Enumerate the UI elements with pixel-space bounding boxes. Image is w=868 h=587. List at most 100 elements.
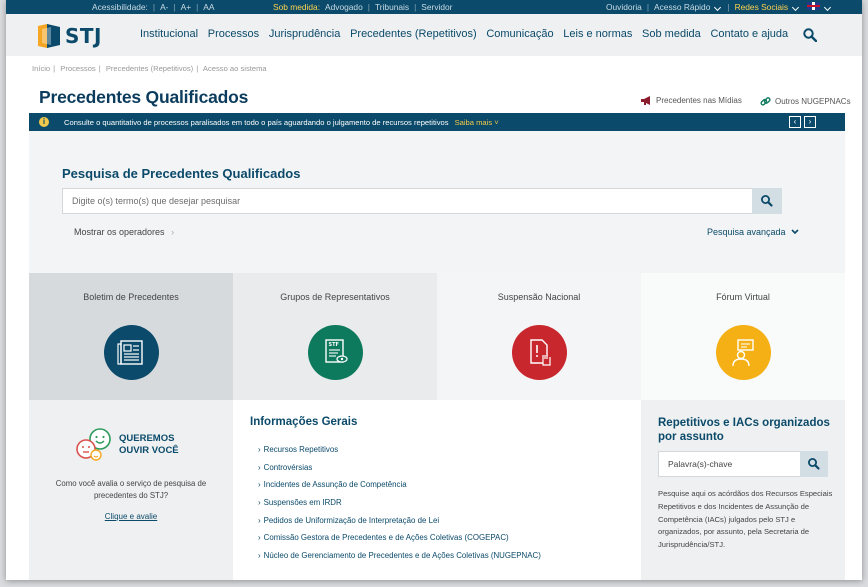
keyword-input[interactable] <box>659 452 799 476</box>
info-gerais-title: Informações Gerais <box>250 416 358 428</box>
saiba-mais-link[interactable]: Saiba mais ˅ <box>455 118 499 127</box>
tile-forum[interactable]: Fórum Virtual <box>641 273 845 400</box>
tile-label: Suspensão Nacional <box>497 292 581 302</box>
tile-suspensao[interactable]: Suspensão Nacional <box>437 273 641 400</box>
breadcrumb: Início | Processos | Precedentes (Repetiti… <box>32 64 267 73</box>
accessibility-group: Acessibilidade: | A- | A+ | AA <box>92 2 215 12</box>
page-title: Precedentes Qualificados <box>39 87 249 107</box>
info-link-puil[interactable]: Pedidos de Uniformização de Interpretaçã… <box>258 516 541 534</box>
info-link-suspensoes-irdr[interactable]: Suspensões em IRDR <box>258 498 541 516</box>
acesso-rapido-label: Acesso Rápido <box>654 2 711 12</box>
search-section: Pesquisa de Precedentes Qualificados Mos… <box>29 131 845 273</box>
chevron-right-icon: › <box>171 227 175 237</box>
menu-item-institucional[interactable]: Institucional <box>140 28 198 40</box>
outros-nugepnacs-label: Outros NUGEPNACs <box>775 97 851 106</box>
top-bar: Acessibilidade: | A- | A+ | AA Sob medid… <box>6 0 862 14</box>
queremos-ouvir-headline: QUEREMOS OUVIR VOCÊ <box>119 433 179 457</box>
redes-sociais-label: Redes Sociais <box>734 2 789 12</box>
mostrar-operadores-label: Mostrar os operadores <box>74 227 165 237</box>
chevron-down-icon <box>714 3 722 12</box>
pesquisa-avancada-label: Pesquisa avançada <box>707 227 786 237</box>
menu-item-processos[interactable]: Processos <box>208 28 259 40</box>
breadcrumb-inicio[interactable]: Início <box>32 64 50 73</box>
info-link-nugepnac[interactable]: Núcleo de Gerenciamento de Precedentes e… <box>258 551 541 569</box>
precedentes-midias-label: Precedentes nas Mídias <box>656 96 742 105</box>
search-box <box>62 188 782 214</box>
menu-item-leis-normas[interactable]: Leis e normas <box>563 28 632 40</box>
search-submit-button[interactable] <box>752 188 782 214</box>
feedback-panel: QUEREMOS OUVIR VOCÊ Como você avalia o s… <box>29 400 233 580</box>
repetitivos-description: Pesquise aqui os acórdãos dos Recursos E… <box>658 489 833 550</box>
servidor-link[interactable]: Servidor <box>421 2 452 12</box>
search-input[interactable] <box>63 189 753 213</box>
breadcrumb-precedentes[interactable]: Precedentes (Repetitivos) <box>106 64 193 73</box>
search-icon <box>807 458 820 470</box>
link-icon <box>760 97 771 106</box>
menu-item-sob-medida[interactable]: Sob medida <box>642 28 701 40</box>
tile-boletim[interactable]: Boletim de Precedentes <box>29 273 233 400</box>
main-menu: Institucional Processos Jurisprudência P… <box>140 28 798 40</box>
precedentes-midias-link[interactable]: Precedentes nas Mídias <box>641 96 742 105</box>
logo-text: STJ <box>65 24 102 48</box>
menu-item-contato[interactable]: Contato e ajuda <box>710 28 788 40</box>
main-navbar: STJ Institucional Processos Jurisprudênc… <box>6 14 862 56</box>
megaphone-icon <box>641 96 650 105</box>
tile-label: Grupos de Representativos <box>280 292 390 302</box>
search-title: Pesquisa de Precedentes Qualificados <box>62 166 301 181</box>
menu-item-jurisprudencia[interactable]: Jurisprudência <box>269 28 341 40</box>
info-link-iac[interactable]: Incidentes de Assunção de Competência <box>258 480 541 498</box>
breadcrumb-acesso: Acesso ao sistema <box>202 64 267 73</box>
chevron-down-icon <box>792 3 800 12</box>
saiba-mais-label: Saiba mais <box>454 117 493 127</box>
clique-avalie-link[interactable]: Clique e avalie <box>29 512 233 521</box>
repetitivos-title: Repetitivos e IACs organizados por assun… <box>658 417 830 443</box>
info-link-controversias[interactable]: Controvérsias <box>258 463 541 481</box>
stf-document-icon: STF <box>308 325 363 380</box>
menu-item-comunicacao[interactable]: Comunicação <box>486 28 553 40</box>
keyword-search-button[interactable] <box>800 451 828 477</box>
uk-flag-icon <box>807 2 821 10</box>
pesquisa-avancada-toggle[interactable]: Pesquisa avançada <box>707 227 799 237</box>
tribunais-link[interactable]: Tribunais <box>375 2 409 12</box>
browser-page: Acessibilidade: | A- | A+ | AA Sob medid… <box>6 0 862 580</box>
notice-next-button[interactable]: › <box>804 116 816 128</box>
chevron-down-icon <box>791 229 799 235</box>
font-increase-link[interactable]: A+ <box>181 2 191 12</box>
chevron-down-icon <box>824 3 832 12</box>
ouvidoria-link[interactable]: Ouvidoria <box>606 2 642 12</box>
headline-line-2: OUVIR VOCÊ <box>119 445 179 456</box>
svg-text:STF: STF <box>329 342 339 348</box>
acesso-rapido-dropdown[interactable]: Acesso Rápido <box>654 2 722 12</box>
sob-medida-group: Sob medida: Advogado | Tribunais | Servi… <box>273 2 453 12</box>
stj-logo-icon <box>38 24 60 48</box>
mostrar-operadores-toggle[interactable]: Mostrar os operadores › <box>74 227 174 237</box>
tile-label: Boletim de Precedentes <box>83 292 179 302</box>
accessibility-label: Acessibilidade: <box>92 2 148 12</box>
contrast-link[interactable]: AA <box>203 2 214 12</box>
repetitivos-panel: Repetitivos e IACs organizados por assun… <box>641 400 845 580</box>
utility-links: Ouvidoria | Acesso Rápido | Redes Sociai… <box>606 0 832 14</box>
outros-nugepnacs-link[interactable]: Outros NUGEPNACs <box>760 96 851 107</box>
notice-prev-button[interactable]: ‹ <box>789 116 801 128</box>
menu-item-precedentes[interactable]: Precedentes (Repetitivos) <box>350 28 477 40</box>
info-link-recursos-repetitivos[interactable]: Recursos Repetitivos <box>258 445 541 463</box>
notice-text: Consulte o quantitativo de processos par… <box>64 117 449 127</box>
language-selector[interactable] <box>805 2 832 12</box>
forum-person-icon <box>716 325 771 380</box>
breadcrumb-processos[interactable]: Processos <box>60 64 95 73</box>
font-decrease-link[interactable]: A- <box>160 2 168 12</box>
stj-logo[interactable]: STJ <box>38 24 102 48</box>
info-icon: i <box>39 117 49 127</box>
chat-faces-icon <box>76 428 111 461</box>
feedback-question: Como você avalia o serviço de pesquisa d… <box>55 479 207 500</box>
info-link-cogepac[interactable]: Comissão Gestora de Precedentes e de Açõ… <box>258 533 541 551</box>
notice-bar: i Consulte o quantitativo de processos p… <box>29 113 845 131</box>
redes-sociais-dropdown[interactable]: Redes Sociais <box>735 2 801 12</box>
info-gerais-list: Recursos Repetitivos Controvérsias Incid… <box>258 445 541 569</box>
tile-grupos[interactable]: Grupos de Representativos STF <box>233 273 437 400</box>
search-icon[interactable] <box>803 28 817 42</box>
feature-tiles: Boletim de Precedentes Grupos de Represe… <box>29 273 845 400</box>
advogado-link[interactable]: Advogado <box>325 2 363 12</box>
headline-line-1: QUEREMOS <box>119 433 175 444</box>
sob-medida-label: Sob medida: <box>273 2 321 12</box>
